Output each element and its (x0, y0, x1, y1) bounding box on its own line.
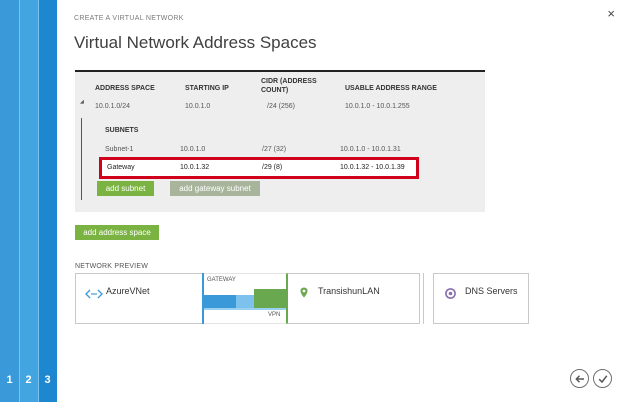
add-subnet-button[interactable]: add subnet (97, 181, 154, 196)
collapse-arrow-icon[interactable]: ◢ (80, 99, 84, 105)
add-gateway-subnet-button[interactable]: add gateway subnet (170, 181, 260, 196)
header-cidr: CIDR (ADDRESS COUNT) (261, 77, 317, 95)
step-3-stripe[interactable] (38, 0, 57, 402)
vpn-label: VPN (268, 312, 281, 318)
vnet-icon (85, 286, 103, 304)
finish-button[interactable] (593, 369, 612, 388)
dns-servers-card: DNS Servers (433, 273, 529, 324)
subnets-heading: SUBNETS (105, 127, 139, 134)
header-cidr-line1: CIDR (ADDRESS (261, 78, 317, 85)
usable-range-value: 10.0.1.0 - 10.0.1.255 (345, 103, 410, 110)
location-pin-icon (300, 285, 308, 303)
local-network-name: TransishunLAN (318, 286, 380, 296)
step-1-number[interactable]: 1 (0, 374, 19, 386)
header-usable-range: USABLE ADDRESS RANGE (345, 85, 437, 92)
preview-divider (423, 273, 424, 324)
dns-icon (445, 286, 456, 304)
subnet-usable-range: 10.0.1.32 - 10.0.1.39 (340, 164, 405, 171)
header-address-space: ADDRESS SPACE (95, 85, 155, 92)
gateway-connector: GATEWAY VPN (201, 272, 288, 325)
vnet-name: AzureVNet (106, 286, 150, 296)
add-address-space-button[interactable]: add address space (75, 225, 159, 240)
header-cidr-line2: COUNT) (261, 87, 289, 94)
subnet-starting-ip[interactable]: 10.0.1.32 (180, 164, 209, 171)
dns-servers-label: DNS Servers (465, 286, 518, 296)
rail-divider (19, 0, 20, 402)
close-icon[interactable]: × (607, 6, 615, 21)
subnet-name[interactable]: Subnet-1 (105, 146, 133, 153)
local-network-card: TransishunLAN (286, 273, 420, 324)
back-button[interactable] (570, 369, 589, 388)
checkmark-icon (598, 374, 607, 383)
step-1-stripe[interactable] (0, 0, 19, 402)
address-space-value: 10.0.1.0/24 (95, 103, 131, 110)
subnet-starting-ip[interactable]: 10.0.1.0 (180, 146, 205, 153)
wizard-step-rail: 1 2 3 (0, 0, 57, 402)
network-preview-label: NETWORK PREVIEW (75, 263, 149, 270)
rail-divider (38, 0, 39, 402)
subnet-cidr[interactable]: /27 (32) (262, 146, 286, 153)
starting-ip-value: 10.0.1.0 (185, 103, 211, 110)
vnet-card: AzureVNet (75, 273, 203, 324)
step-2-number[interactable]: 2 (19, 374, 38, 386)
subnet-tree-line (81, 118, 82, 200)
wizard-subtitle: CREATE A VIRTUAL NETWORK (74, 15, 184, 22)
subnet-usable-range: 10.0.1.0 - 10.0.1.31 (340, 146, 401, 153)
subnet-name[interactable]: Gateway (107, 164, 135, 171)
subnet-cidr[interactable]: /29 (8) (262, 164, 282, 171)
cidr-value: /24 (256) (267, 103, 296, 110)
gateway-label: GATEWAY (207, 277, 236, 283)
gateway-subnet-row[interactable]: Gateway 10.0.1.32 /29 (8) 10.0.1.32 - 10… (99, 157, 419, 179)
step-2-stripe[interactable] (19, 0, 38, 402)
step-3-number[interactable]: 3 (38, 374, 57, 386)
header-starting-ip: STARTING IP (185, 85, 229, 92)
arrow-left-icon (574, 374, 584, 383)
page-title: Virtual Network Address Spaces (74, 33, 317, 52)
